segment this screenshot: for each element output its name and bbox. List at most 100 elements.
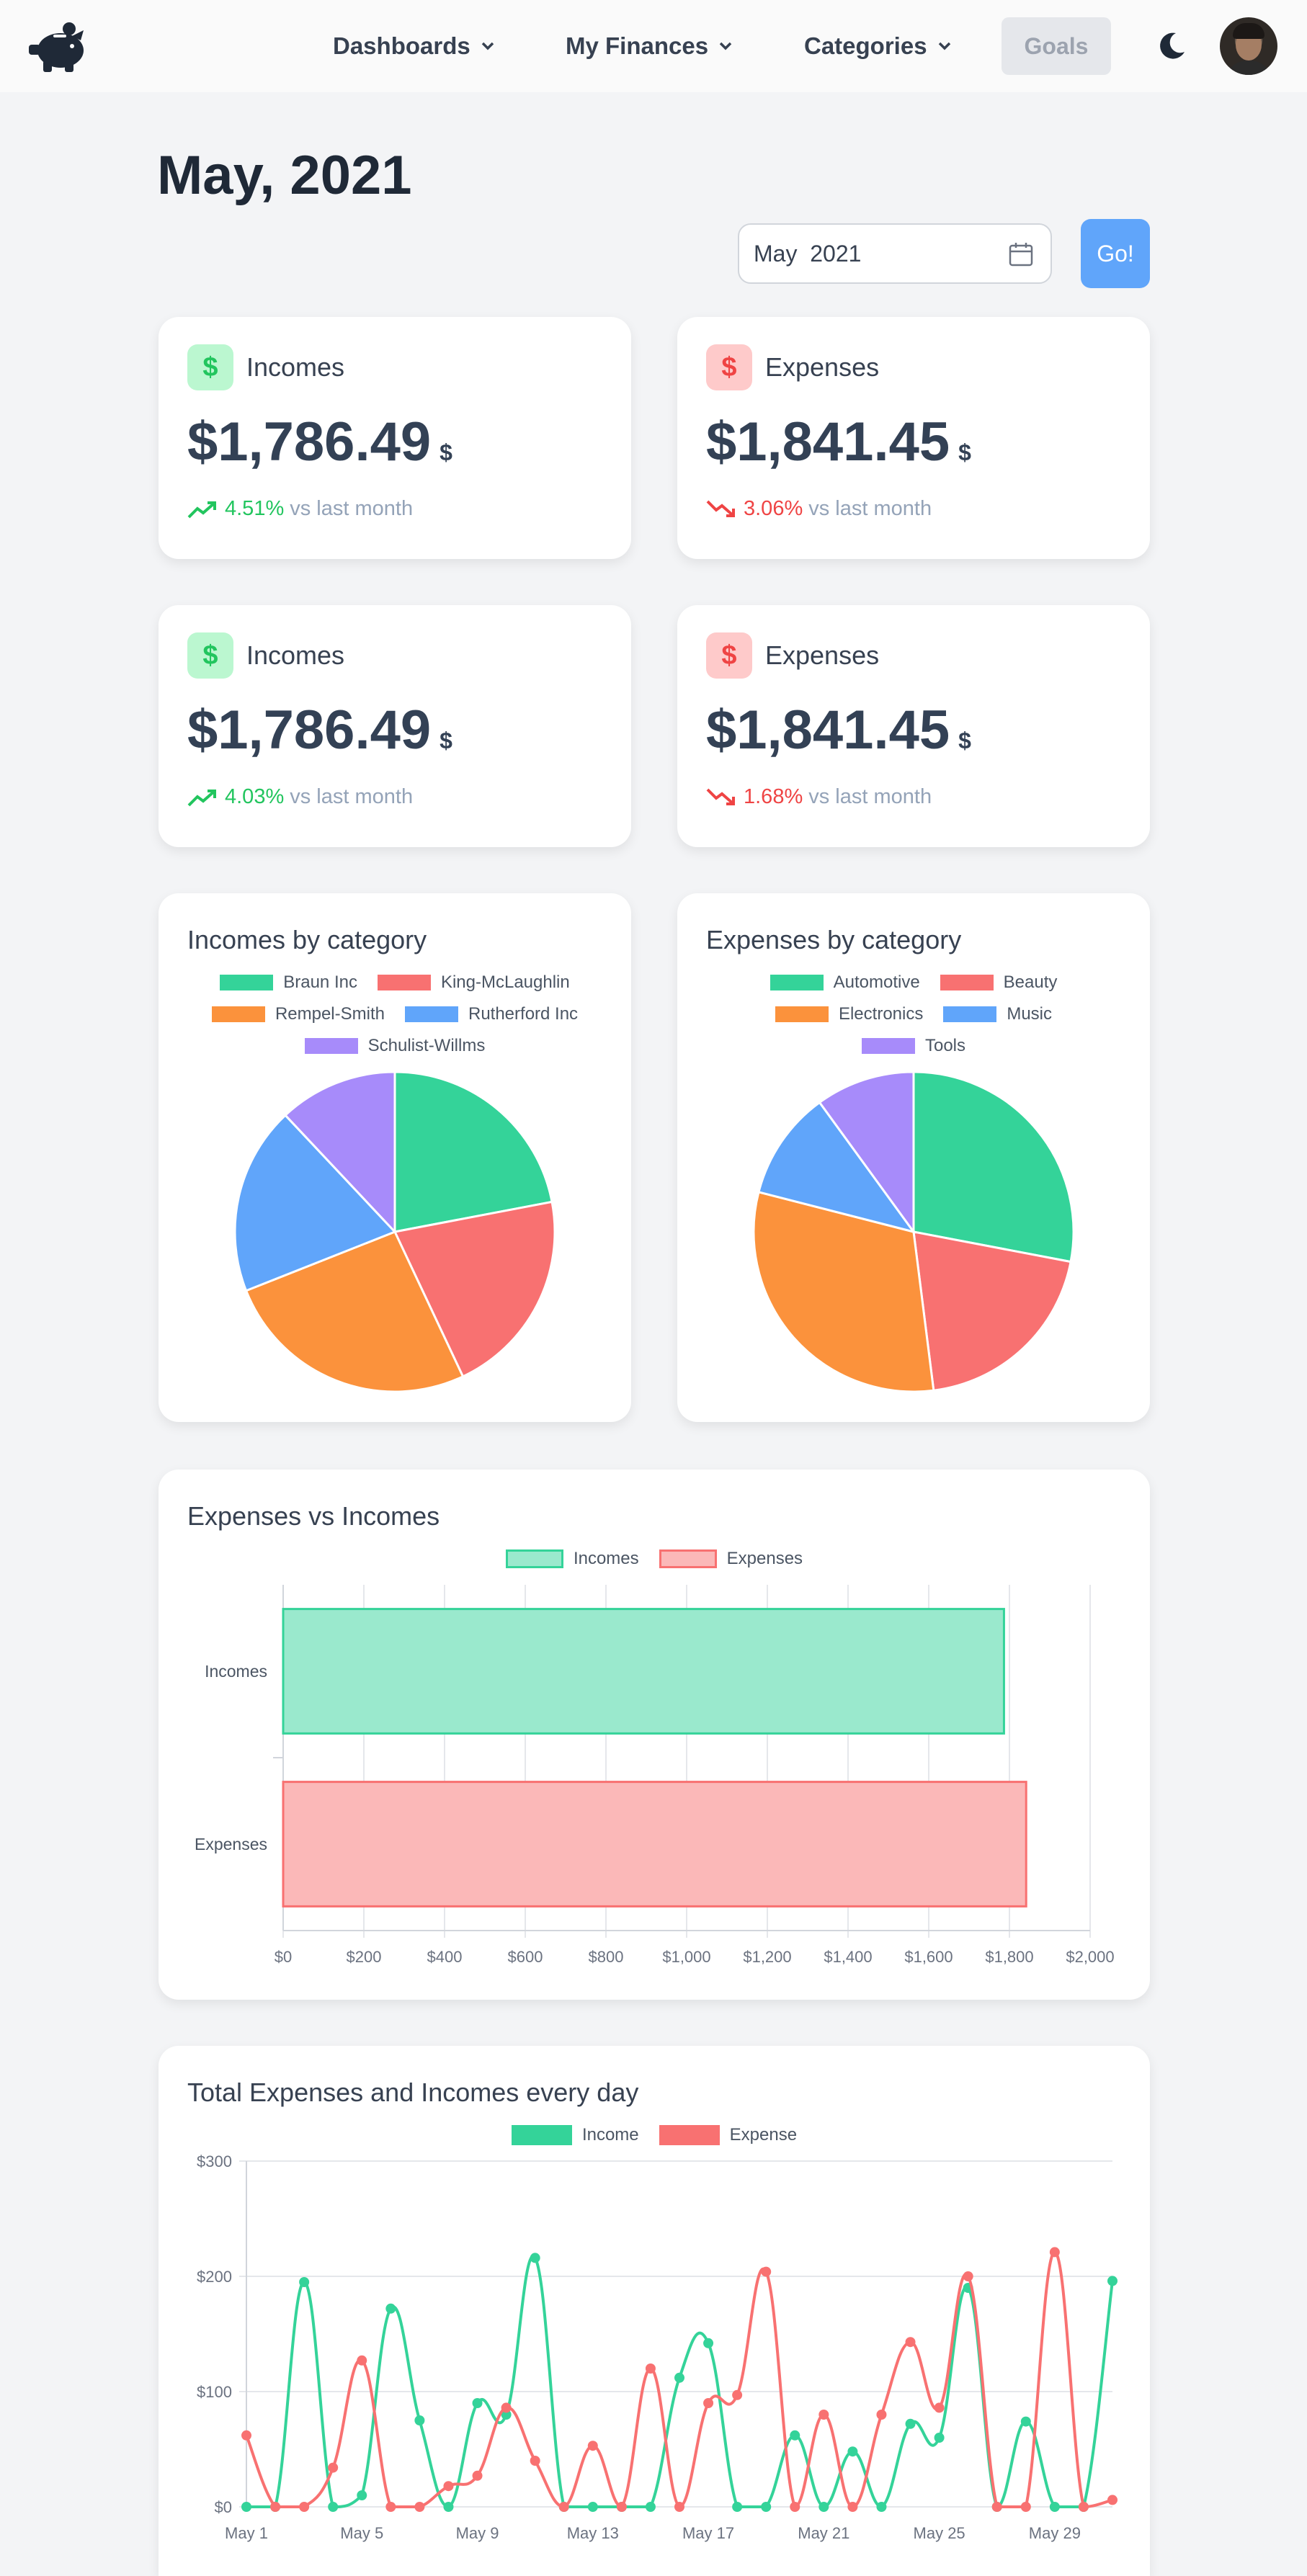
expense-data-point[interactable] <box>847 2502 858 2512</box>
nav-my-finances-label: My Finances <box>566 32 709 59</box>
expense-data-point[interactable] <box>241 2430 251 2441</box>
card-label: Expenses <box>765 640 880 670</box>
income-data-point[interactable] <box>674 2372 684 2383</box>
income-data-point[interactable] <box>1049 2502 1060 2512</box>
x-tick-label: $1,000 <box>662 1948 710 1966</box>
card-amount: $1,841.45 <box>706 411 950 473</box>
go-button[interactable]: Go! <box>1081 219 1150 288</box>
x-tick-label: May 25 <box>914 2524 965 2542</box>
nav-categories[interactable]: Categories <box>804 27 953 65</box>
x-tick-label: $1,400 <box>824 1948 872 1966</box>
expense-data-point[interactable] <box>328 2462 339 2473</box>
expense-data-point[interactable] <box>299 2502 310 2512</box>
trend-caption: vs last month <box>808 785 932 808</box>
x-tick-label: May 13 <box>567 2524 619 2542</box>
expense-data-point[interactable] <box>270 2502 281 2512</box>
expense-data-point[interactable] <box>1049 2247 1060 2258</box>
y-tick-label: $0 <box>215 2498 232 2516</box>
daily-totals-card: Total Expenses and Incomes every day Inc… <box>159 2046 1150 2576</box>
expense-data-point[interactable] <box>616 2502 627 2512</box>
expense-data-point[interactable] <box>1020 2502 1031 2512</box>
income-data-point[interactable] <box>587 2502 598 2512</box>
income-data-point[interactable] <box>934 2433 945 2443</box>
expense-data-point[interactable] <box>645 2363 656 2374</box>
income-data-point[interactable] <box>328 2502 339 2512</box>
income-data-point[interactable] <box>876 2502 887 2512</box>
expense-data-point[interactable] <box>876 2410 887 2420</box>
income-data-point[interactable] <box>818 2502 829 2512</box>
expenses-card: $ Expenses $1,841.45 $ 1.68% vs last month <box>677 605 1150 847</box>
bar-expenses[interactable] <box>282 1781 1027 1908</box>
expenses-vs-incomes-card: Expenses vs Incomes Incomes Expenses $0 $… <box>159 1470 1150 2000</box>
nav-goals-button[interactable]: Goals <box>1002 17 1111 75</box>
incomes-card: $ Incomes $1,786.49 $ 4.51% vs last month <box>159 317 631 559</box>
x-tick-label: $1,600 <box>904 1948 953 1966</box>
expense-data-point[interactable] <box>472 2470 483 2481</box>
bar-incomes[interactable] <box>282 1608 1005 1735</box>
income-data-point[interactable] <box>1020 2416 1031 2427</box>
card-label: Incomes <box>246 640 345 670</box>
expense-data-point[interactable] <box>790 2502 800 2512</box>
expense-data-point[interactable] <box>501 2402 512 2413</box>
expense-data-point[interactable] <box>558 2502 569 2512</box>
expense-data-point[interactable] <box>991 2502 1002 2512</box>
currency-symbol: $ <box>958 728 971 753</box>
nav-dashboards[interactable]: Dashboards <box>333 27 496 65</box>
card-amount: $1,786.49 <box>187 411 432 473</box>
piggy-bank-logo-icon[interactable] <box>27 19 89 73</box>
y-tick-label: Incomes <box>205 1662 267 1681</box>
expense-data-point[interactable] <box>530 2456 540 2466</box>
user-avatar[interactable] <box>1220 17 1277 75</box>
expense-data-point[interactable] <box>732 2389 743 2400</box>
page-title: May, 2021 <box>157 145 412 206</box>
expenses-card: $ Expenses $1,841.45 $ 3.06% vs last month <box>677 317 1150 559</box>
income-data-point[interactable] <box>414 2415 425 2425</box>
pie-slice-automotive[interactable] <box>912 1070 1075 1264</box>
income-data-point[interactable] <box>472 2398 483 2408</box>
income-data-point[interactable] <box>299 2277 310 2287</box>
income-data-point[interactable] <box>357 2490 367 2500</box>
calendar-icon[interactable] <box>1007 241 1035 268</box>
income-data-point[interactable] <box>761 2502 772 2512</box>
nav-my-finances[interactable]: My Finances <box>566 27 734 65</box>
expenses-by-category-card: Expenses by category Automotive Beauty E… <box>677 893 1150 1422</box>
expense-data-point[interactable] <box>934 2402 945 2413</box>
chevron-down-icon <box>719 42 732 50</box>
expense-data-point[interactable] <box>905 2337 916 2348</box>
expense-data-point[interactable] <box>1078 2502 1089 2512</box>
expense-data-point[interactable] <box>674 2502 684 2512</box>
expense-data-point[interactable] <box>818 2410 829 2420</box>
income-data-point[interactable] <box>1107 2276 1118 2286</box>
incomes-pie-chart <box>233 1070 556 1393</box>
expense-data-point[interactable] <box>1107 2495 1118 2505</box>
expense-data-point[interactable] <box>587 2441 598 2451</box>
income-data-point[interactable] <box>443 2502 454 2512</box>
income-data-point[interactable] <box>241 2502 251 2512</box>
month-input[interactable] <box>754 240 970 267</box>
dollar-icon: $ <box>187 632 233 679</box>
trend-percent: 1.68% <box>744 785 803 808</box>
expense-data-point[interactable] <box>761 2266 772 2277</box>
income-data-point[interactable] <box>530 2253 540 2263</box>
income-data-point[interactable] <box>905 2418 916 2429</box>
currency-symbol: $ <box>440 439 452 465</box>
month-picker[interactable] <box>738 223 1052 284</box>
income-data-point[interactable] <box>847 2446 858 2457</box>
income-data-point[interactable] <box>703 2338 714 2348</box>
expense-data-point[interactable] <box>443 2481 454 2492</box>
x-tick-label: $0 <box>275 1948 292 1966</box>
expense-data-point[interactable] <box>414 2502 425 2512</box>
expense-data-point[interactable] <box>357 2355 367 2366</box>
expense-data-point[interactable] <box>385 2502 396 2512</box>
income-data-point[interactable] <box>645 2502 656 2512</box>
income-data-point[interactable] <box>790 2430 800 2441</box>
y-tick-label: $300 <box>197 2152 232 2170</box>
expense-data-point[interactable] <box>703 2398 714 2408</box>
income-data-point[interactable] <box>385 2303 396 2314</box>
dark-mode-moon-icon[interactable] <box>1154 29 1189 63</box>
trend-caption: vs last month <box>290 497 414 520</box>
expense-data-point[interactable] <box>963 2271 973 2281</box>
daily-totals-line-chart: $0 $100 $200 $300 May 1 May 5 May 9 May 13 May 1… <box>197 2152 1118 2542</box>
income-data-point[interactable] <box>732 2502 743 2512</box>
x-tick-label: May 29 <box>1029 2524 1081 2542</box>
